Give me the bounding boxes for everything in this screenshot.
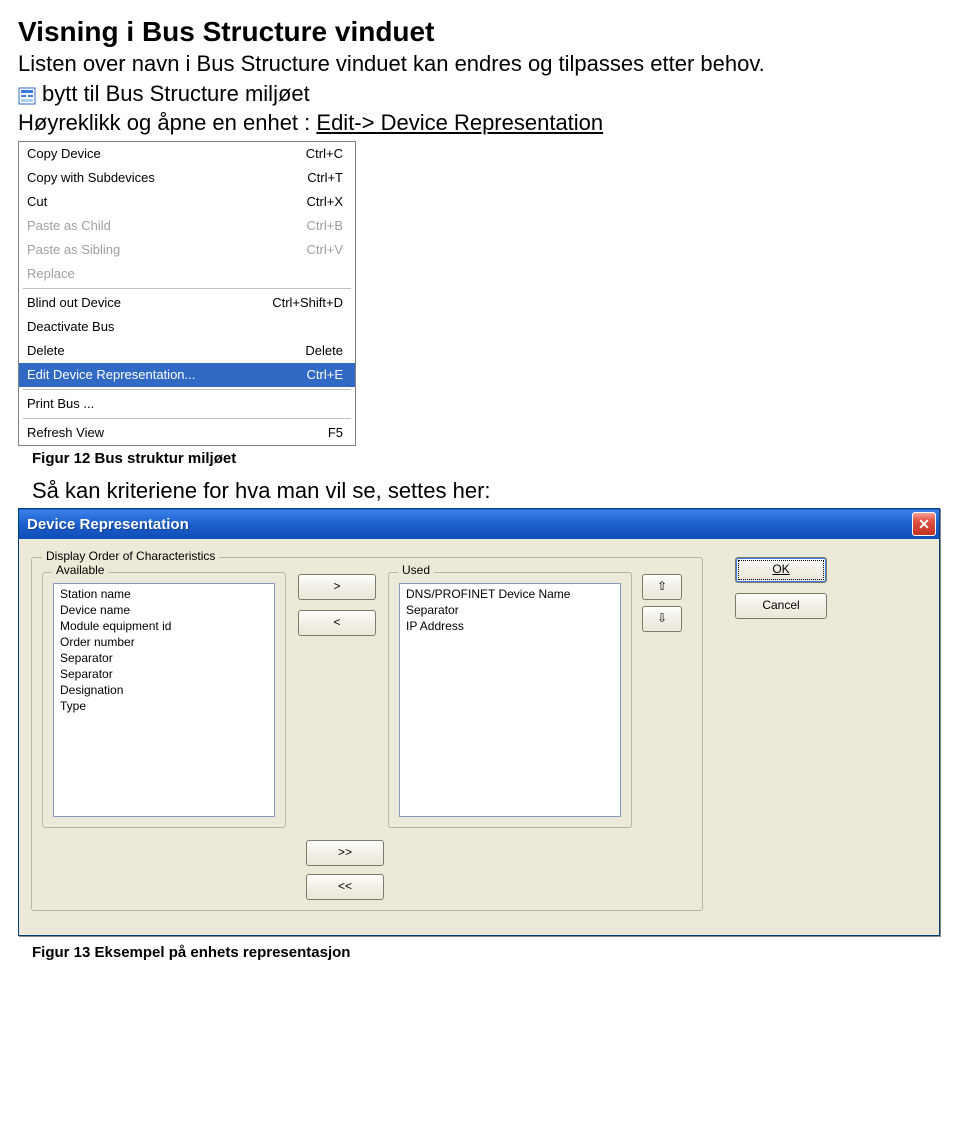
- list-item[interactable]: Separator: [400, 602, 620, 618]
- list-item[interactable]: Module equipment id: [54, 618, 274, 634]
- move-all-right-button[interactable]: >>: [306, 840, 384, 866]
- menu-separator: [23, 389, 351, 390]
- move-up-button[interactable]: ⇧: [642, 574, 682, 600]
- list-item[interactable]: IP Address: [400, 618, 620, 634]
- list-item[interactable]: Order number: [54, 634, 274, 650]
- menu-item-print-bus[interactable]: Print Bus ...: [19, 392, 355, 416]
- available-label: Available: [52, 563, 108, 577]
- cancel-button[interactable]: Cancel: [735, 593, 827, 619]
- menu-item-copy-device[interactable]: Copy DeviceCtrl+C: [19, 142, 355, 166]
- menu-item-copy-subdevices[interactable]: Copy with SubdevicesCtrl+T: [19, 166, 355, 190]
- menu-item-paste-sibling: Paste as SiblingCtrl+V: [19, 238, 355, 262]
- menu-separator: [23, 288, 351, 289]
- list-item[interactable]: Device name: [54, 602, 274, 618]
- para-intro: Listen over navn i Bus Structure vinduet…: [18, 50, 942, 78]
- menu-item-paste-child: Paste as ChildCtrl+B: [19, 214, 355, 238]
- list-item[interactable]: Type: [54, 698, 274, 714]
- move-all-left-button[interactable]: <<: [306, 874, 384, 900]
- close-button[interactable]: ✕: [912, 512, 936, 536]
- move-down-button[interactable]: ⇩: [642, 606, 682, 632]
- menu-item-replace: Replace: [19, 262, 355, 286]
- device-representation-dialog: Device Representation ✕ Display Order of…: [18, 508, 940, 936]
- ok-button[interactable]: OK: [735, 557, 827, 583]
- available-listbox[interactable]: Station name Device name Module equipmen…: [53, 583, 275, 817]
- dialog-titlebar: Device Representation ✕: [19, 509, 939, 539]
- display-order-group-label: Display Order of Characteristics: [42, 549, 219, 563]
- list-item[interactable]: DNS/PROFINET Device Name: [400, 586, 620, 602]
- menu-item-blind-out[interactable]: Blind out DeviceCtrl+Shift+D: [19, 291, 355, 315]
- list-item[interactable]: Separator: [54, 666, 274, 682]
- menu-item-edit-device-representation[interactable]: Edit Device Representation...Ctrl+E: [19, 363, 355, 387]
- menu-item-delete[interactable]: DeleteDelete: [19, 339, 355, 363]
- figure-caption-12: Figur 12 Bus struktur miljøet: [32, 450, 942, 467]
- used-label: Used: [398, 563, 434, 577]
- context-menu: Copy DeviceCtrl+C Copy with SubdevicesCt…: [18, 141, 356, 446]
- dialog-title: Device Representation: [27, 516, 189, 533]
- list-item[interactable]: Separator: [54, 650, 274, 666]
- menu-separator: [23, 418, 351, 419]
- menu-item-refresh-view[interactable]: Refresh ViewF5: [19, 421, 355, 445]
- list-item[interactable]: Station name: [54, 586, 274, 602]
- para-icon-line: bytt til Bus Structure miljøet: [42, 80, 310, 108]
- menu-item-deactivate-bus[interactable]: Deactivate Bus: [19, 315, 355, 339]
- used-listbox[interactable]: DNS/PROFINET Device Name Separator IP Ad…: [399, 583, 621, 817]
- figure-caption-13: Figur 13 Eksempel på enhets representasj…: [32, 944, 942, 961]
- bus-structure-icon: [18, 84, 36, 102]
- list-item[interactable]: Designation: [54, 682, 274, 698]
- para-instruction: Høyreklikk og åpne en enhet : Edit-> Dev…: [18, 109, 942, 137]
- para-criteria: Så kan kriteriene for hva man vil se, se…: [32, 477, 942, 505]
- menu-item-cut[interactable]: CutCtrl+X: [19, 190, 355, 214]
- move-right-button[interactable]: >: [298, 574, 376, 600]
- close-icon: ✕: [918, 517, 930, 531]
- section-heading: Visning i Bus Structure vinduet: [18, 16, 942, 48]
- move-left-button[interactable]: <: [298, 610, 376, 636]
